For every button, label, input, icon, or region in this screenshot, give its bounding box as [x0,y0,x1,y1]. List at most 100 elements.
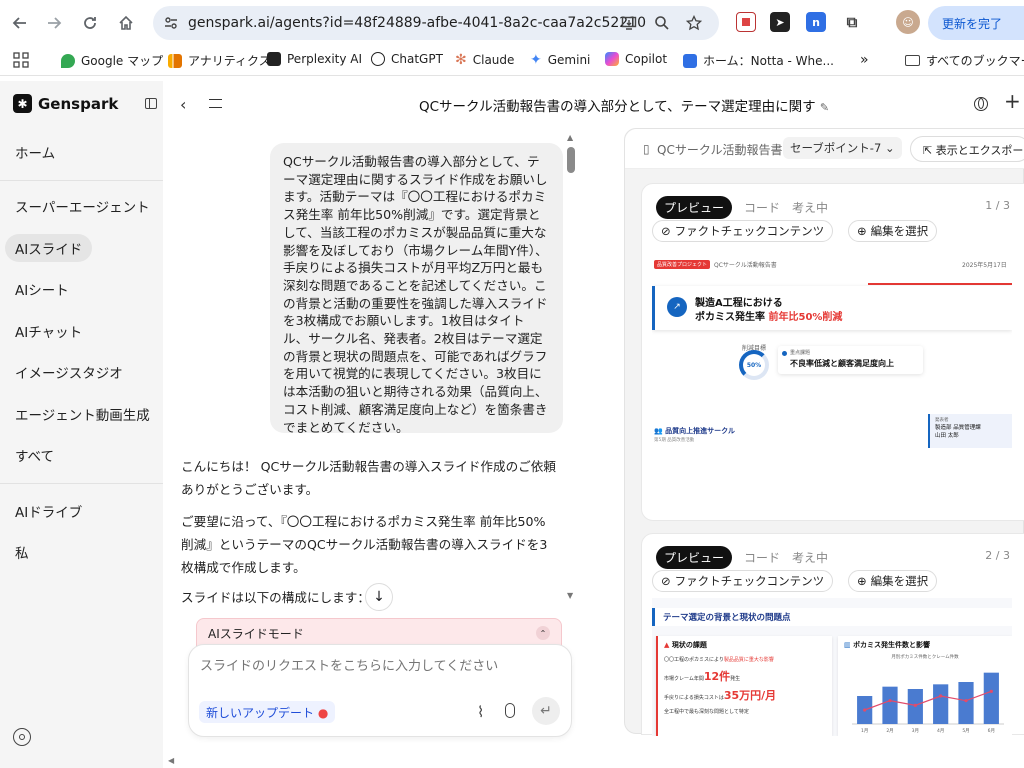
edit-pencil-icon[interactable]: ✎ [820,101,829,114]
collapse-sidebar-icon[interactable] [145,98,157,109]
apps-grid-icon[interactable] [13,52,29,68]
profile-avatar[interactable]: ☺ [896,10,920,34]
page-indicator: 2 / 3 [985,549,1010,562]
edit-select-button[interactable]: ⊕ 編集を選択 [848,570,938,592]
export-button[interactable]: ⇱ 表示とエクスポート [910,136,1024,162]
sidebar-item-ai-drive[interactable]: AIドライブ [5,497,92,525]
claude-icon: ✻ [455,52,467,68]
url-text[interactable]: genspark.ai/agents?id=48f24889-afbe-4041… [188,15,646,31]
sidebar-item-ai-slides[interactable]: AIスライド [5,234,93,262]
scroll-to-bottom-button[interactable]: ↓ [365,583,393,611]
chart-tick-label: 5月 [962,728,969,734]
accent-line [868,283,1012,285]
composer: 新しいアップデート ● ⌇ ↵ [188,644,572,737]
bookmark-star-icon[interactable] [685,14,703,32]
slide-card: プレビュー コード 考え中 2 / 3 ⊘ ファクトチェックコンテンツ ⊕ 編集を選… [641,533,1024,736]
assistant-message: スライドは以下の構成にします： [181,590,370,605]
slide2-heading: テーマ選定の背景と現状の問題点 [652,608,1012,626]
bookmark-analytics[interactable]: アナリティクス [168,52,271,69]
bookmark-perplexity[interactable]: Perplexity AI [267,52,362,66]
brand-logo[interactable]: ✱ Genspark [13,94,118,113]
assistant-message: ご要望に沿って、『〇〇工程におけるポカミス発生率 前年比50%削減』というテーマ… [181,514,548,575]
goal-value: 50% [746,361,762,369]
tab-preview[interactable]: プレビュー [656,546,733,569]
scrollbar-thumb[interactable] [567,147,575,173]
microphone-icon[interactable] [505,703,515,718]
bookmark-label: Claude [472,53,515,67]
issue-line-3: 手戻りによる損失コストは35万円/月 [664,687,826,703]
more-bookmarks-icon[interactable]: » [860,52,869,68]
settings-icon[interactable] [13,728,31,746]
update-button[interactable]: 更新を完了 [928,6,1024,40]
tab-code[interactable]: コード [744,549,780,566]
chart-title: 月別ポカミス件数とクレーム件数 [891,655,959,660]
edit-select-button[interactable]: ⊕ 編集を選択 [848,220,938,242]
bookmark-google-maps[interactable]: Google マップ [61,52,163,69]
bookmark-gemini[interactable]: ✦ Gemini [530,52,590,68]
add-icon[interactable]: + [1004,89,1021,113]
tab-thinking[interactable]: 考え中 [792,199,828,216]
tab-preview[interactable]: プレビュー [656,196,733,219]
slide-1-thumbnail[interactable]: 品質改善プロジェクト QCサークル活動報告書 2025年5月17日 ↗ 製造A工… [652,246,1012,456]
perplexity-icon [267,52,281,66]
claim-count: 12件 [703,670,731,683]
site-settings-icon[interactable] [162,14,180,32]
extension-n-icon[interactable]: n [806,12,826,32]
bookmark-claude[interactable]: ✻ Claude [455,52,514,68]
collapse-chevron-icon[interactable]: ⌃ [536,626,550,640]
bookmark-label: アナリティクス [188,54,271,68]
prompt-input[interactable] [200,658,540,673]
preview-doc-title: QCサークル活動報告書 [657,143,783,157]
back-arrow-icon[interactable]: ‹ [180,95,186,114]
factcheck-button[interactable]: ⊘ ファクトチェックコンテンツ [652,570,834,592]
sidebar-item-all[interactable]: すべて [5,441,64,469]
sidebar-item-ai-chat[interactable]: AIチャット [5,317,92,345]
menu-icon[interactable] [209,99,222,108]
bookmark-notta[interactable]: ホーム：Notta - Whe... [683,52,834,69]
install-app-icon[interactable] [620,14,638,32]
factcheck-button[interactable]: ⊘ ファクトチェックコンテンツ [652,220,834,242]
forward-icon[interactable] [42,11,66,35]
tab-thinking[interactable]: 考え中 [792,549,828,566]
zoom-icon[interactable] [653,14,671,32]
chart-icon: ↗ [667,297,687,317]
scroll-down-arrow-icon[interactable]: ▼ [567,591,573,600]
sidebar-item-agent-video[interactable]: エージェント動画生成 [5,400,160,428]
new-update-badge[interactable]: 新しいアップデート ● [199,701,336,723]
sidebar-divider [0,180,163,181]
bookmark-copilot[interactable]: Copilot [605,52,667,66]
reload-icon[interactable] [78,11,102,35]
back-icon[interactable] [8,11,32,35]
scroll-up-icon[interactable]: ▲ [567,133,573,142]
chart-bar [882,686,898,724]
horizontal-scroll-left-icon[interactable]: ◀ [168,756,174,765]
check-circle-icon: ⊘ [661,574,671,588]
slide-2-thumbnail[interactable]: テーマ選定の背景と現状の問題点 ▲ 現状の課題 〇〇工程のポカミスにより製品品質… [652,598,1012,736]
all-bookmarks[interactable]: すべてのブックマーク [905,52,1024,69]
brand-name: Genspark [38,94,119,113]
sidebar-item-ai-sheets[interactable]: AIシート [5,275,79,303]
send-button[interactable]: ↵ [532,697,560,725]
globe-icon[interactable] [974,97,988,111]
sidebar-item-super-agent[interactable]: スーパーエージェント [5,192,160,220]
preview-header: ▯ QCサークル活動報告書 セーブポイント-7 ⌄ ⇱ 表示とエクスポート [625,129,1024,169]
sidebar-item-me[interactable]: 私 [5,538,39,566]
extension-send-icon[interactable]: ➤ [770,12,790,32]
sidebar-item-image-studio[interactable]: イメージスタジオ [5,358,133,386]
address-bar[interactable]: genspark.ai/agents?id=48f24889-afbe-4041… [153,6,719,40]
attach-icon[interactable]: ⌇ [477,703,484,721]
extensions-puzzle-icon[interactable]: ⧉ [842,12,862,32]
bar-chart-icon: ▥ [844,641,851,649]
home-icon[interactable] [114,11,138,35]
project-tag: 品質改善プロジェクト [654,260,711,269]
chart-tick-label: 6月 [988,728,995,734]
chart-bar [933,684,949,724]
extension-1-icon[interactable] [736,12,756,32]
chat-scrollbar[interactable]: ▲ ▼ [566,133,578,601]
tab-code[interactable]: コード [744,199,780,216]
savepoint-dropdown[interactable]: セーブポイント-7 ⌄ [783,137,902,159]
chart-point [964,699,968,703]
bookmark-chatgpt[interactable]: ChatGPT [371,52,443,66]
sidebar-item-home[interactable]: ホーム [5,138,65,166]
chat-title[interactable]: QCサークル活動報告書の導入部分として、テーマ選定理由に関す ✎ [419,95,829,115]
